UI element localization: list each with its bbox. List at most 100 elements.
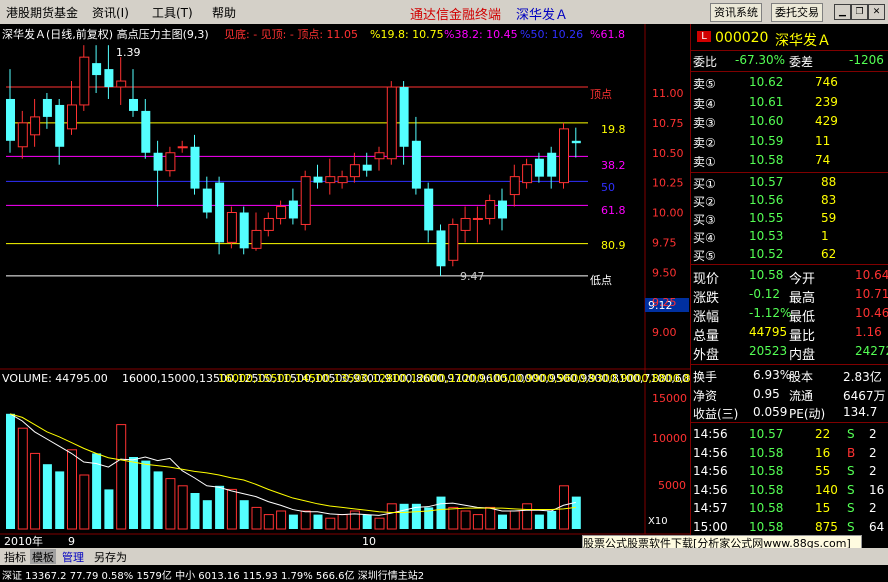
- cell: 10.57: [749, 427, 784, 441]
- indicator-38-2: %38.2: 10.45: [444, 28, 518, 41]
- cell: 2: [869, 501, 877, 515]
- tab-manage[interactable]: 管理: [60, 549, 86, 564]
- volume-bar: [202, 500, 212, 529]
- cell: 10.52: [749, 247, 784, 261]
- cell: 总量: [693, 329, 720, 344]
- menu-news[interactable]: 资讯(I): [92, 4, 129, 21]
- status-bar: 深证 13367.2 77.79 0.58% 1579亿 中小 6013.16 …: [0, 565, 888, 582]
- cell: 10.58: [749, 482, 784, 497]
- volume-bar: [498, 514, 507, 529]
- fib-19-8-label: 19.8: [601, 123, 626, 136]
- cell: S: [847, 427, 855, 441]
- cell: 10.60: [749, 114, 784, 128]
- cell: 买④: [693, 231, 716, 245]
- tab-indicator[interactable]: 指标: [2, 549, 28, 564]
- bid-row: 买① 10.57 88: [691, 174, 888, 192]
- ask-row: 卖⑤ 10.62 746: [691, 74, 888, 92]
- app-title: 通达信金融终端: [410, 8, 502, 23]
- volume-bar: [571, 496, 581, 529]
- info-row: 净资 0.95 流通 6467万: [691, 386, 888, 404]
- candle-body: [226, 212, 237, 243]
- cell: 内盘: [789, 348, 816, 363]
- candle-body: [411, 140, 421, 189]
- cell: -0.12: [749, 287, 781, 301]
- cell: 股本: [789, 370, 814, 384]
- menu-help[interactable]: 帮助: [212, 4, 236, 21]
- stat-row: 总量 44795 量比 1.16: [691, 324, 888, 344]
- indicator-61-8: %61.8: [590, 28, 625, 41]
- candle-body: [165, 152, 176, 172]
- candle-body: [337, 176, 348, 184]
- price-ytick: 10.75: [652, 117, 684, 130]
- tick-row: 14:57 10.58 15 S 2: [691, 500, 888, 518]
- candle-body: [374, 152, 385, 160]
- indicator-top-bottom: 见底: - 见顶: - 顶点: 11.05: [224, 27, 358, 41]
- tab-template[interactable]: 模板: [30, 549, 56, 564]
- menu-bar: 港股期货基金 资讯(I) 工具(T) 帮助 通达信金融终端 深华发Ａ 资讯系统 …: [0, 0, 888, 25]
- news-system-button[interactable]: 资讯系统: [710, 3, 762, 22]
- cell: 14:56: [693, 445, 728, 460]
- price-ytick: 10.50: [652, 147, 684, 160]
- cell: 涨幅: [693, 310, 720, 325]
- cell: 74: [815, 153, 831, 167]
- candle-body: [67, 104, 77, 130]
- volume-bar: [448, 506, 459, 530]
- tick-row: 14:56 10.58 16 B 2: [691, 445, 888, 463]
- cell: 239: [815, 94, 838, 109]
- cell: 流通: [789, 388, 814, 403]
- cell: 59: [821, 211, 837, 225]
- cell: 净资: [693, 388, 718, 403]
- cell: 卖①: [693, 155, 716, 169]
- status-text: 深证 13367.2 77.79 0.58% 1579亿 中小 6013.16 …: [2, 571, 425, 582]
- info-row: 换手 6.93% 股本 2.83亿: [691, 367, 888, 385]
- candle-body: [288, 200, 298, 219]
- wei-cha-value: -1206: [849, 53, 884, 67]
- volume-bar: [509, 510, 520, 530]
- tab-save-as[interactable]: 另存为: [92, 549, 129, 564]
- ask-row: 卖④ 10.61 239: [691, 94, 888, 112]
- volume-bar: [460, 510, 471, 530]
- volume-bar: [522, 503, 533, 530]
- candle-body: [55, 104, 65, 147]
- candle: [386, 81, 397, 165]
- candle-body: [276, 206, 287, 219]
- quote-panel: L 000020 深华发Ａ 委比 -67.30% 委差 -1206 卖⑤ 10.6…: [690, 24, 888, 548]
- candle-body: [129, 98, 138, 111]
- close-icon[interactable]: ✕: [868, 4, 885, 20]
- cell: 10.46: [855, 306, 888, 320]
- cell: 2: [869, 427, 877, 441]
- vol-ytick-10000: 10000: [652, 432, 687, 445]
- kline-chart[interactable]: 深华发Ａ(日线,前复权) 高点压力主图(9,3) 见底: - 见顶: - 顶点:…: [0, 24, 690, 548]
- minimize-icon[interactable]: ▁: [834, 4, 851, 20]
- candle-body: [190, 146, 200, 189]
- volume-bar: [6, 413, 15, 529]
- volume-bar: [67, 449, 77, 530]
- cell: 6.93%: [753, 368, 792, 382]
- restore-icon[interactable]: ❐: [851, 4, 868, 20]
- cell: 最高: [789, 291, 816, 306]
- candle-body: [153, 152, 163, 171]
- cell: 10.55: [749, 211, 784, 225]
- cell: 14:57: [693, 501, 728, 515]
- volume-bar: [165, 478, 176, 530]
- wei-bi-label: 委比: [693, 55, 718, 69]
- bid-row: 买⑤ 10.52 62: [691, 246, 888, 264]
- menu-tools[interactable]: 工具(T): [152, 4, 193, 21]
- trade-button[interactable]: 委托交易: [771, 3, 823, 22]
- cell: 1.16: [855, 325, 882, 339]
- cell: 15: [815, 501, 831, 515]
- cell: 24272: [855, 344, 888, 358]
- menu-hk-futures[interactable]: 港股期货基金: [6, 4, 78, 21]
- candle-body: [399, 87, 409, 147]
- wei-bi-value: -67.30%: [735, 53, 786, 67]
- candle-body: [448, 223, 459, 261]
- cell: 10.58: [749, 501, 784, 515]
- cell: 现价: [693, 272, 720, 287]
- cell: 0.059: [753, 405, 788, 419]
- volume-bar: [263, 514, 274, 530]
- high-mark: 1.39: [116, 46, 141, 59]
- cell: 83: [821, 193, 837, 207]
- stock-code-row: L 000020 深华发Ａ: [691, 28, 888, 49]
- cell: 746: [815, 75, 838, 89]
- cell: 收益(三): [693, 407, 739, 421]
